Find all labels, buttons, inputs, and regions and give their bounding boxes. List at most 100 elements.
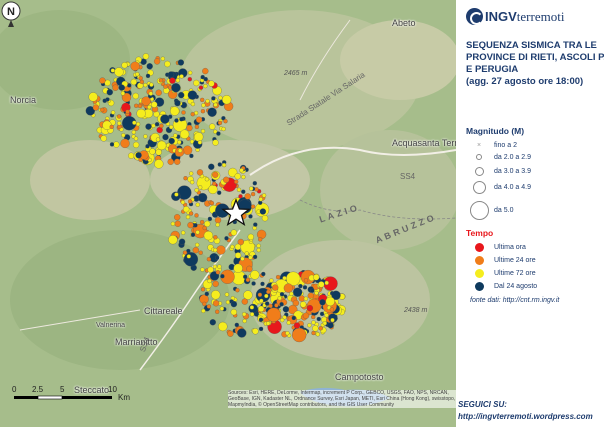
scale-unit: Km [118,393,130,402]
earthquake-marker [197,192,208,203]
earthquake-marker [221,162,227,168]
earthquake-marker [197,140,203,145]
earthquake-marker [160,114,170,124]
earthquake-marker [236,187,242,192]
earthquake-marker [158,78,164,83]
legend-circle-icon [472,180,486,194]
earthquake-marker [243,290,253,300]
earthquake-marker [311,330,316,336]
legend-magnitude-item: da 4.0 a 4.9 [468,180,531,194]
earthquake-marker [192,246,199,254]
earthquake-marker [141,96,151,106]
earthquake-marker [175,78,180,83]
place-label: Campotosto [335,372,384,382]
earthquake-marker [185,214,191,220]
earthquake-marker [237,328,247,338]
earthquake-marker [195,230,200,235]
map-canvas [0,0,456,427]
earthquake-marker [293,322,301,329]
legend-dot-icon [474,242,484,252]
earthquake-marker [207,278,212,284]
place-label: Steccato [74,385,110,395]
earthquake-marker [201,308,206,314]
elevation-label: 2465 m [284,70,308,77]
follow-label: SEGUICI SU: [458,400,507,409]
place-label: Cittareale [144,306,183,316]
data-source[interactable]: fonte dati: http://cnt.rm.ingv.it [470,297,559,304]
legend-label: da 5.0 [494,206,514,214]
earthquake-marker [102,120,112,130]
earthquake-marker [106,89,113,96]
earthquake-marker [208,80,215,87]
earthquake-marker [241,298,248,305]
earthquake-marker [259,298,264,304]
earthquake-marker [291,315,296,321]
earthquake-marker [178,238,186,245]
earthquake-marker [170,106,180,116]
earthquake-marker [203,83,208,89]
logo-text-bold: INGV [485,9,517,24]
earthquake-marker [234,179,239,184]
earthquake-marker [223,119,228,124]
earthquake-marker [277,296,282,301]
earthquake-marker [128,152,135,159]
earthquake-marker [193,79,200,87]
earthquake-marker [163,84,168,89]
earthquake-marker [269,278,274,283]
earthquake-marker [213,247,218,253]
earthquake-marker [162,133,169,141]
earthquake-marker [215,309,220,314]
earthquake-marker [174,220,181,227]
earthquake-marker [234,322,239,328]
earthquake-marker [151,101,158,108]
earthquake-marker [194,213,199,218]
earthquake-marker [199,219,205,225]
earthquake-marker [241,189,246,194]
earthquake-marker [233,263,243,273]
blog-link[interactable]: http://ingvterremoti.wordpress.com [458,412,593,421]
earthquake-marker [187,90,198,100]
scale-bar [14,395,112,400]
earthquake-marker [110,68,115,73]
legend-label: Dal 24 agosto [494,282,538,290]
place-label: Norcia [10,95,37,105]
earthquake-marker [217,120,223,126]
earthquake-marker [201,103,206,108]
earthquake-marker [109,142,115,147]
earthquake-marker [234,252,242,259]
earthquake-marker [268,303,273,309]
earthquake-marker [242,318,247,324]
scale-tick: 2.5 [32,385,44,394]
earthquake-marker [157,140,167,151]
earthquake-marker [190,112,195,117]
earthquake-marker [200,97,205,103]
earthquake-marker [220,274,225,279]
earthquake-marker [146,63,153,70]
earthquake-marker [250,270,260,280]
earthquake-marker [256,229,267,240]
seismic-map[interactable]: Norcia Abeto Acquasanta Terme Cittareale… [0,0,456,427]
earthquake-marker [292,327,307,343]
earthquake-marker [177,148,183,153]
earthquake-marker [218,95,223,100]
earthquake-marker [143,134,148,139]
earthquake-marker [315,332,320,337]
earthquake-marker [198,85,204,90]
legend-label: fino a 2 [494,141,517,149]
earthquake-marker [246,265,253,273]
earthquake-marker [313,274,320,281]
earthquake-marker [202,225,207,231]
earthquake-marker [155,149,162,156]
earthquake-marker [292,287,303,297]
earthquake-marker [303,278,309,283]
earthquake-marker [132,141,140,149]
earthquake-marker [216,245,226,255]
legend-dot-icon [474,255,484,265]
earthquake-marker [179,74,184,79]
earthquake-marker [130,78,137,86]
earthquake-marker [230,308,237,316]
update-time: (agg. 27 agosto ore 18:00) [466,76,584,87]
earthquake-marker [285,331,290,336]
earthquake-marker [135,72,140,77]
earthquake-marker [181,110,186,115]
